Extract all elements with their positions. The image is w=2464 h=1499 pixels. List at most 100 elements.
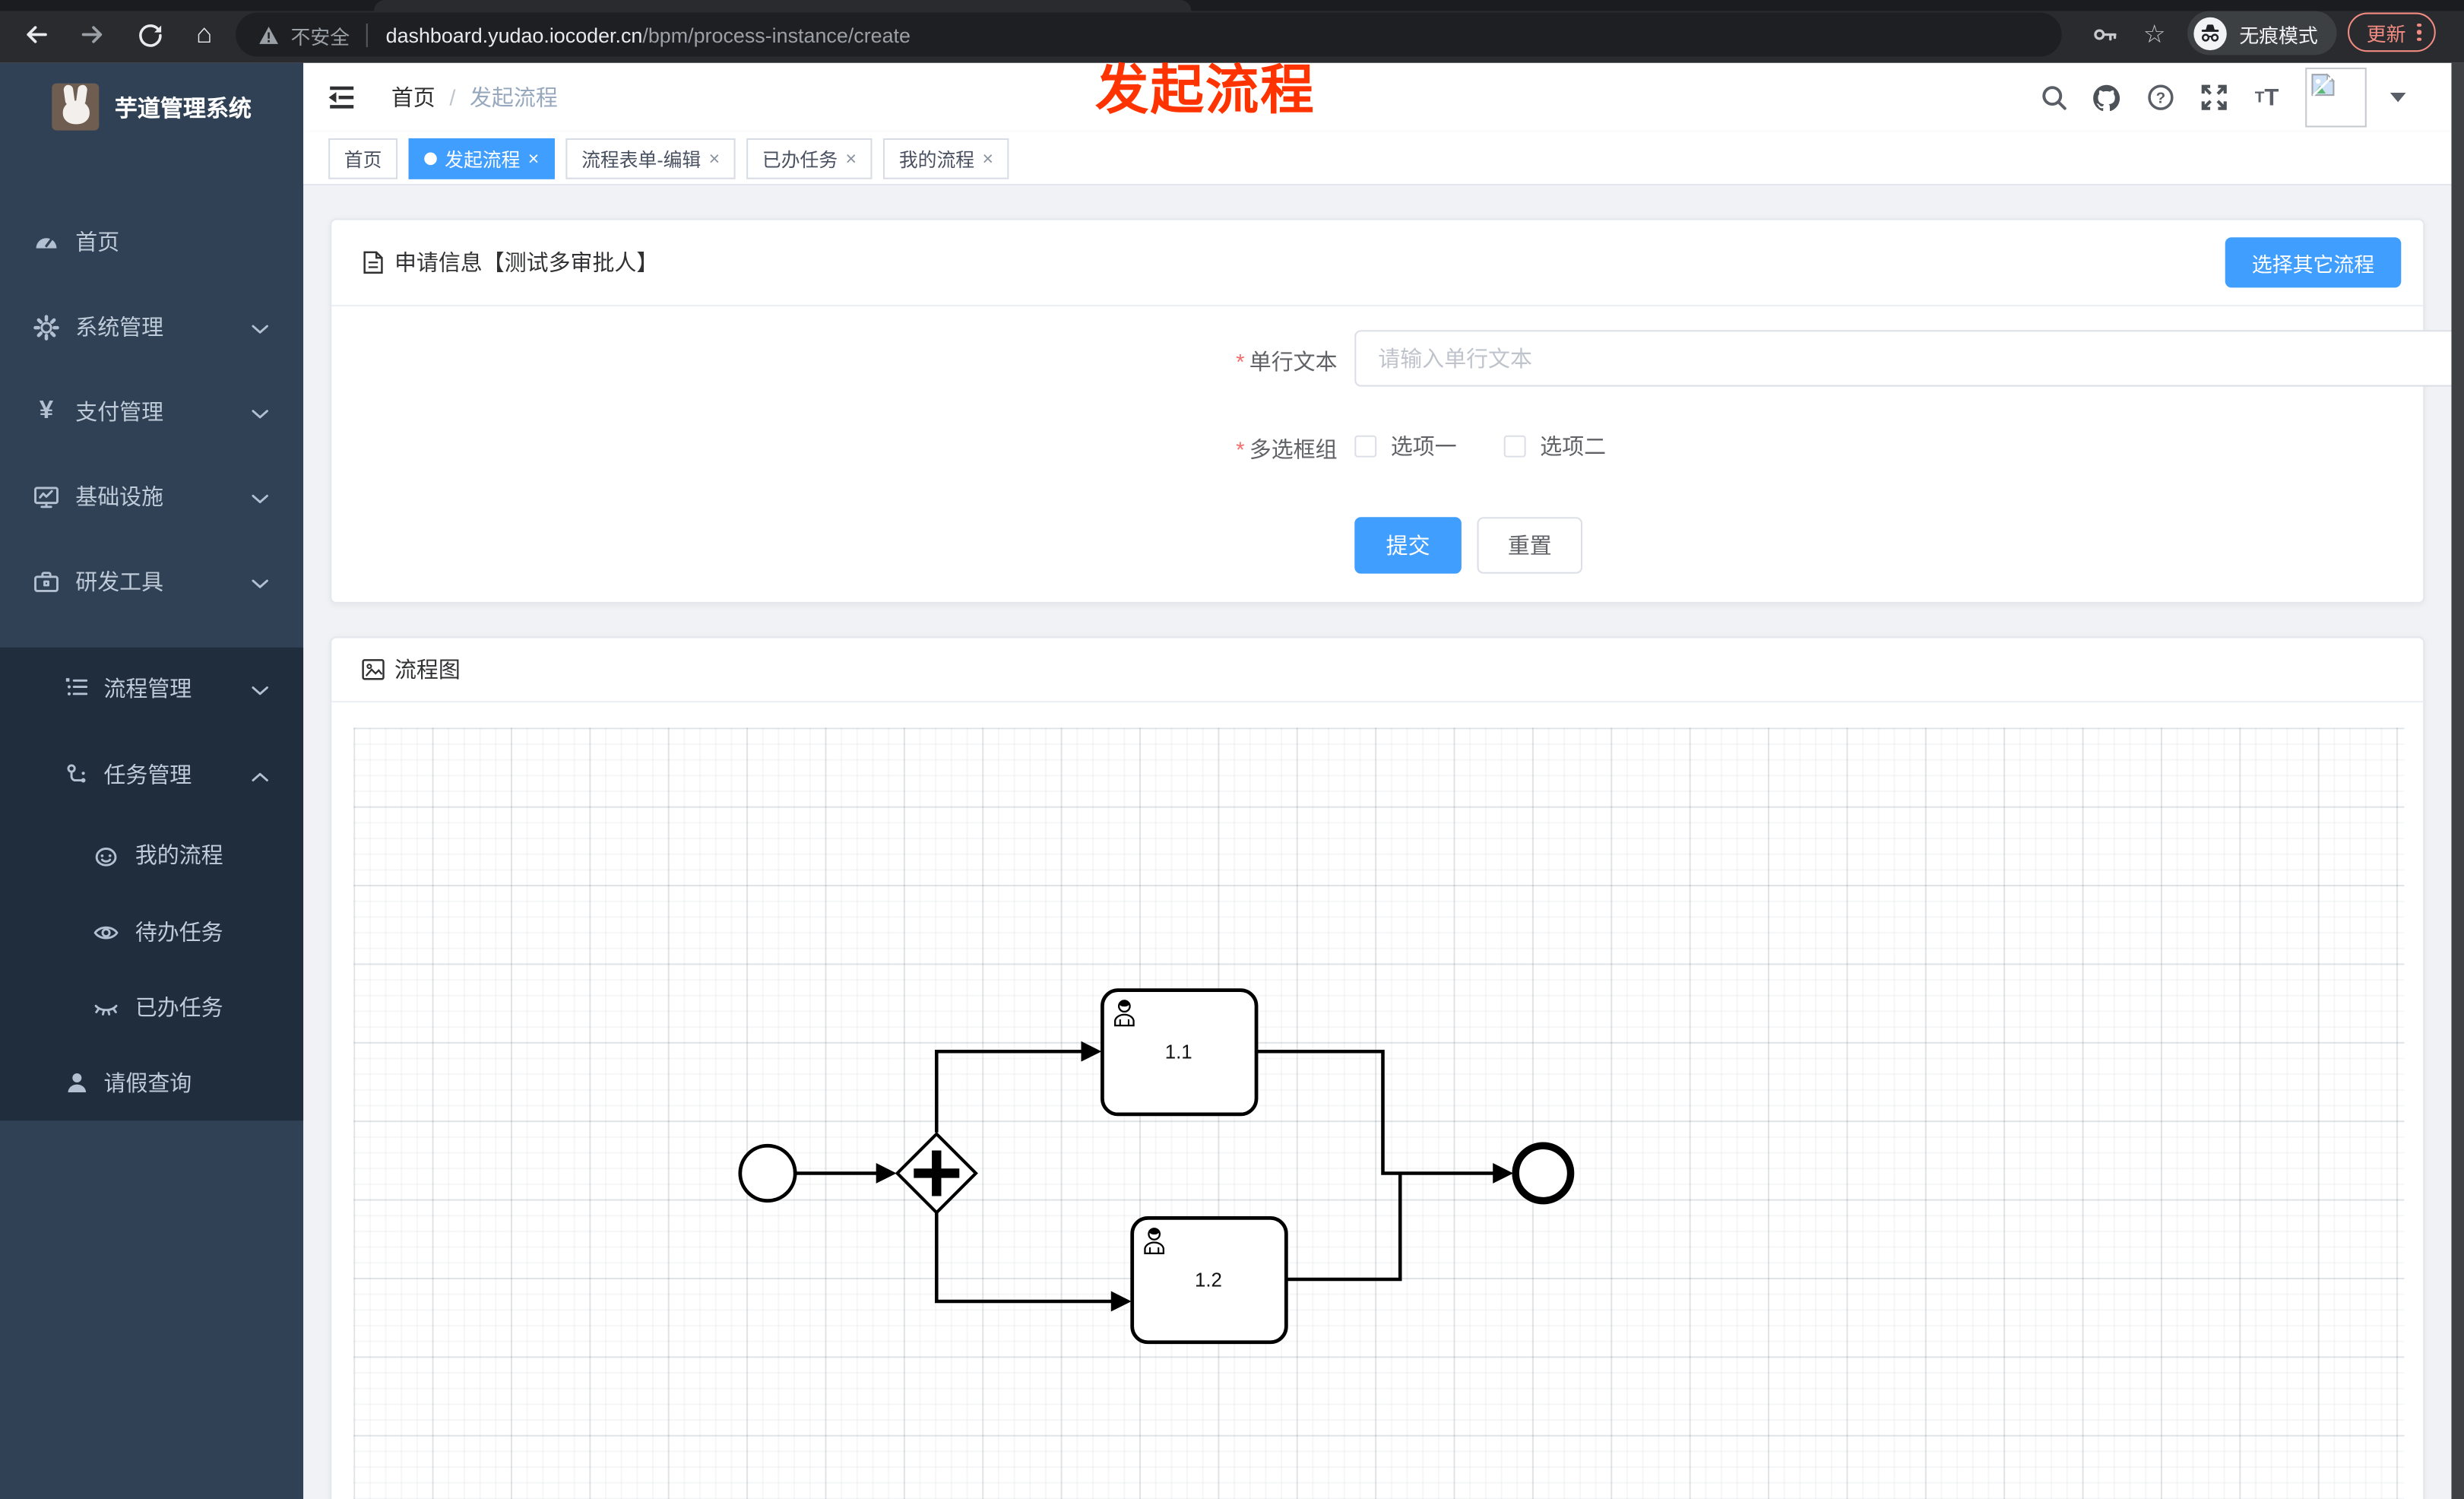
- sidebar-item-payment[interactable]: ¥ 支付管理: [0, 377, 303, 446]
- browser-update-button[interactable]: 更新: [2347, 12, 2435, 52]
- document-icon: [363, 251, 383, 274]
- sidebar-item-label: 任务管理: [103, 762, 192, 788]
- tag-form-edit[interactable]: 流程表单-编辑 ×: [565, 138, 736, 179]
- submit-button[interactable]: 提交: [1354, 517, 1462, 574]
- breadcrumb-separator: /: [449, 84, 456, 110]
- reload-button[interactable]: [132, 17, 166, 52]
- parallel-gateway-node[interactable]: [895, 1131, 978, 1215]
- checkbox-option-1[interactable]: [1354, 435, 1377, 458]
- tag-label: 流程表单-编辑: [581, 148, 702, 171]
- tag-my-process[interactable]: 我的流程 ×: [883, 138, 1009, 179]
- navbar-actions: ? TT: [2038, 63, 2406, 132]
- breadcrumb-home[interactable]: 首页: [391, 82, 435, 113]
- password-key-button[interactable]: [2089, 17, 2123, 52]
- github-button[interactable]: [2092, 83, 2121, 113]
- url-domain: dashboard.yudao.iocoder.cn: [385, 22, 643, 46]
- main-area: 首页 / 发起流程 ? TT 首页 发起流程 × 流程表单-编辑 × 已办任务 …: [303, 62, 2464, 1499]
- user-task-1-1[interactable]: 1.1: [1101, 988, 1259, 1117]
- user-avatar[interactable]: [2305, 67, 2367, 128]
- hamburger-fold-icon: [328, 86, 354, 109]
- checkbox-option-2[interactable]: [1503, 435, 1526, 458]
- sidebar-item-done-tasks[interactable]: 已办任务: [0, 973, 303, 1042]
- help-button[interactable]: ?: [2145, 83, 2174, 113]
- star-icon: ☆: [2143, 21, 2166, 49]
- sidebar-item-label: 已办任务: [135, 994, 223, 1020]
- tag-create-process[interactable]: 发起流程 ×: [408, 138, 555, 179]
- fullscreen-button[interactable]: [2199, 83, 2228, 113]
- single-line-text-input[interactable]: [1354, 330, 2464, 387]
- task-label: 1.2: [1195, 1269, 1222, 1291]
- home-button[interactable]: ⌂: [187, 17, 221, 52]
- sidebar-logo[interactable]: 芋道管理系统: [0, 63, 303, 151]
- avatar-dropdown-caret-icon[interactable]: [2390, 92, 2406, 103]
- url-path: /bpm/process-instance/create: [642, 22, 911, 46]
- update-label: 更新: [2366, 24, 2406, 46]
- sidebar-item-todo-tasks[interactable]: 待办任务: [0, 898, 303, 967]
- sidebar-item-system[interactable]: 系统管理: [0, 293, 303, 362]
- search-button[interactable]: [2038, 83, 2068, 113]
- sidebar-item-label: 流程管理: [103, 676, 192, 702]
- checkbox-option-1-label[interactable]: 选项一: [1391, 431, 1457, 462]
- reset-button[interactable]: 重置: [1477, 517, 1583, 574]
- browser-menu-icon[interactable]: [2417, 23, 2421, 42]
- incognito-label: 无痕模式: [2239, 24, 2318, 46]
- apply-info-header: 申请信息【测试多审批人】 选择其它流程: [331, 220, 2424, 307]
- sidebar-item-infra[interactable]: 基础设施: [0, 462, 303, 531]
- yen-icon: ¥: [39, 398, 54, 425]
- checkbox-option-2-label[interactable]: 选项二: [1540, 431, 1606, 462]
- sidebar-item-leave-query[interactable]: 请假查询: [0, 1048, 303, 1117]
- sidebar-item-label: 首页: [75, 229, 120, 255]
- text-field-label: * 单行文本: [1236, 349, 1338, 375]
- user-task-1-2[interactable]: 1.2: [1130, 1216, 1288, 1345]
- start-event-node[interactable]: [738, 1143, 797, 1203]
- end-event-node[interactable]: [1512, 1142, 1575, 1205]
- tag-label: 已办任务: [762, 148, 838, 171]
- toolbox-icon: [33, 568, 59, 594]
- tag-home[interactable]: 首页: [328, 138, 398, 179]
- bpmn-canvas[interactable]: 1.1 1.2: [353, 727, 2405, 1499]
- gear-icon: [33, 313, 59, 340]
- question-circle-icon: ?: [2147, 84, 2173, 110]
- back-button[interactable]: [19, 17, 53, 52]
- not-secure-warning-icon: [259, 26, 278, 43]
- close-icon[interactable]: ×: [709, 149, 721, 168]
- font-size-icon: T: [2254, 88, 2265, 106]
- active-dot-icon: [424, 152, 437, 166]
- browser-active-tab[interactable]: [374, 0, 1192, 11]
- url-divider: [365, 22, 367, 46]
- browser-tabstrip: [0, 0, 2464, 11]
- flow-task2-to-end[interactable]: [1287, 1174, 1402, 1282]
- fullscreen-icon: [2200, 84, 2226, 110]
- eye-closed-icon: [93, 994, 119, 1021]
- sidebar-fold-button[interactable]: [327, 84, 356, 112]
- flow-gateway-to-task1[interactable]: [935, 1041, 1102, 1133]
- search-icon: [2041, 86, 2066, 110]
- face-icon: [93, 841, 119, 868]
- sidebar-item-process-mgmt[interactable]: 流程管理: [0, 654, 303, 723]
- flow-start-to-gateway[interactable]: [795, 1163, 897, 1184]
- flow-gateway-to-task2[interactable]: [935, 1212, 1132, 1312]
- sidebar-item-my-process[interactable]: 我的流程: [0, 820, 303, 889]
- choose-other-process-button[interactable]: 选择其它流程: [2225, 237, 2402, 288]
- flow-task1-to-end[interactable]: [1257, 1049, 1514, 1184]
- close-icon[interactable]: ×: [528, 149, 540, 168]
- task-label: 1.1: [1165, 1042, 1192, 1063]
- forward-button[interactable]: [75, 17, 109, 52]
- close-icon[interactable]: ×: [982, 149, 993, 168]
- chevron-down-icon: [252, 676, 269, 701]
- logo-avatar: [52, 83, 100, 131]
- tag-label: 首页: [344, 148, 382, 171]
- diagram-header: 流程图: [331, 638, 2424, 703]
- page-scrollbar[interactable]: [2451, 62, 2464, 1499]
- close-icon[interactable]: ×: [846, 149, 857, 168]
- tag-done-tasks[interactable]: 已办任务 ×: [746, 138, 873, 179]
- font-size-button[interactable]: TT: [2252, 83, 2282, 113]
- sidebar-item-home[interactable]: 首页: [0, 208, 303, 277]
- sidebar-item-devtools[interactable]: 研发工具: [0, 547, 303, 616]
- breadcrumb-current: 发起流程: [469, 84, 558, 110]
- sidebar-item-label: 我的流程: [135, 842, 223, 868]
- sidebar-item-task-mgmt[interactable]: 任务管理: [0, 740, 303, 810]
- annotation-overlay-text: 发起流程: [1095, 61, 1316, 122]
- incognito-icon: [2193, 16, 2227, 50]
- bookmark-star-button[interactable]: ☆: [2137, 17, 2171, 52]
